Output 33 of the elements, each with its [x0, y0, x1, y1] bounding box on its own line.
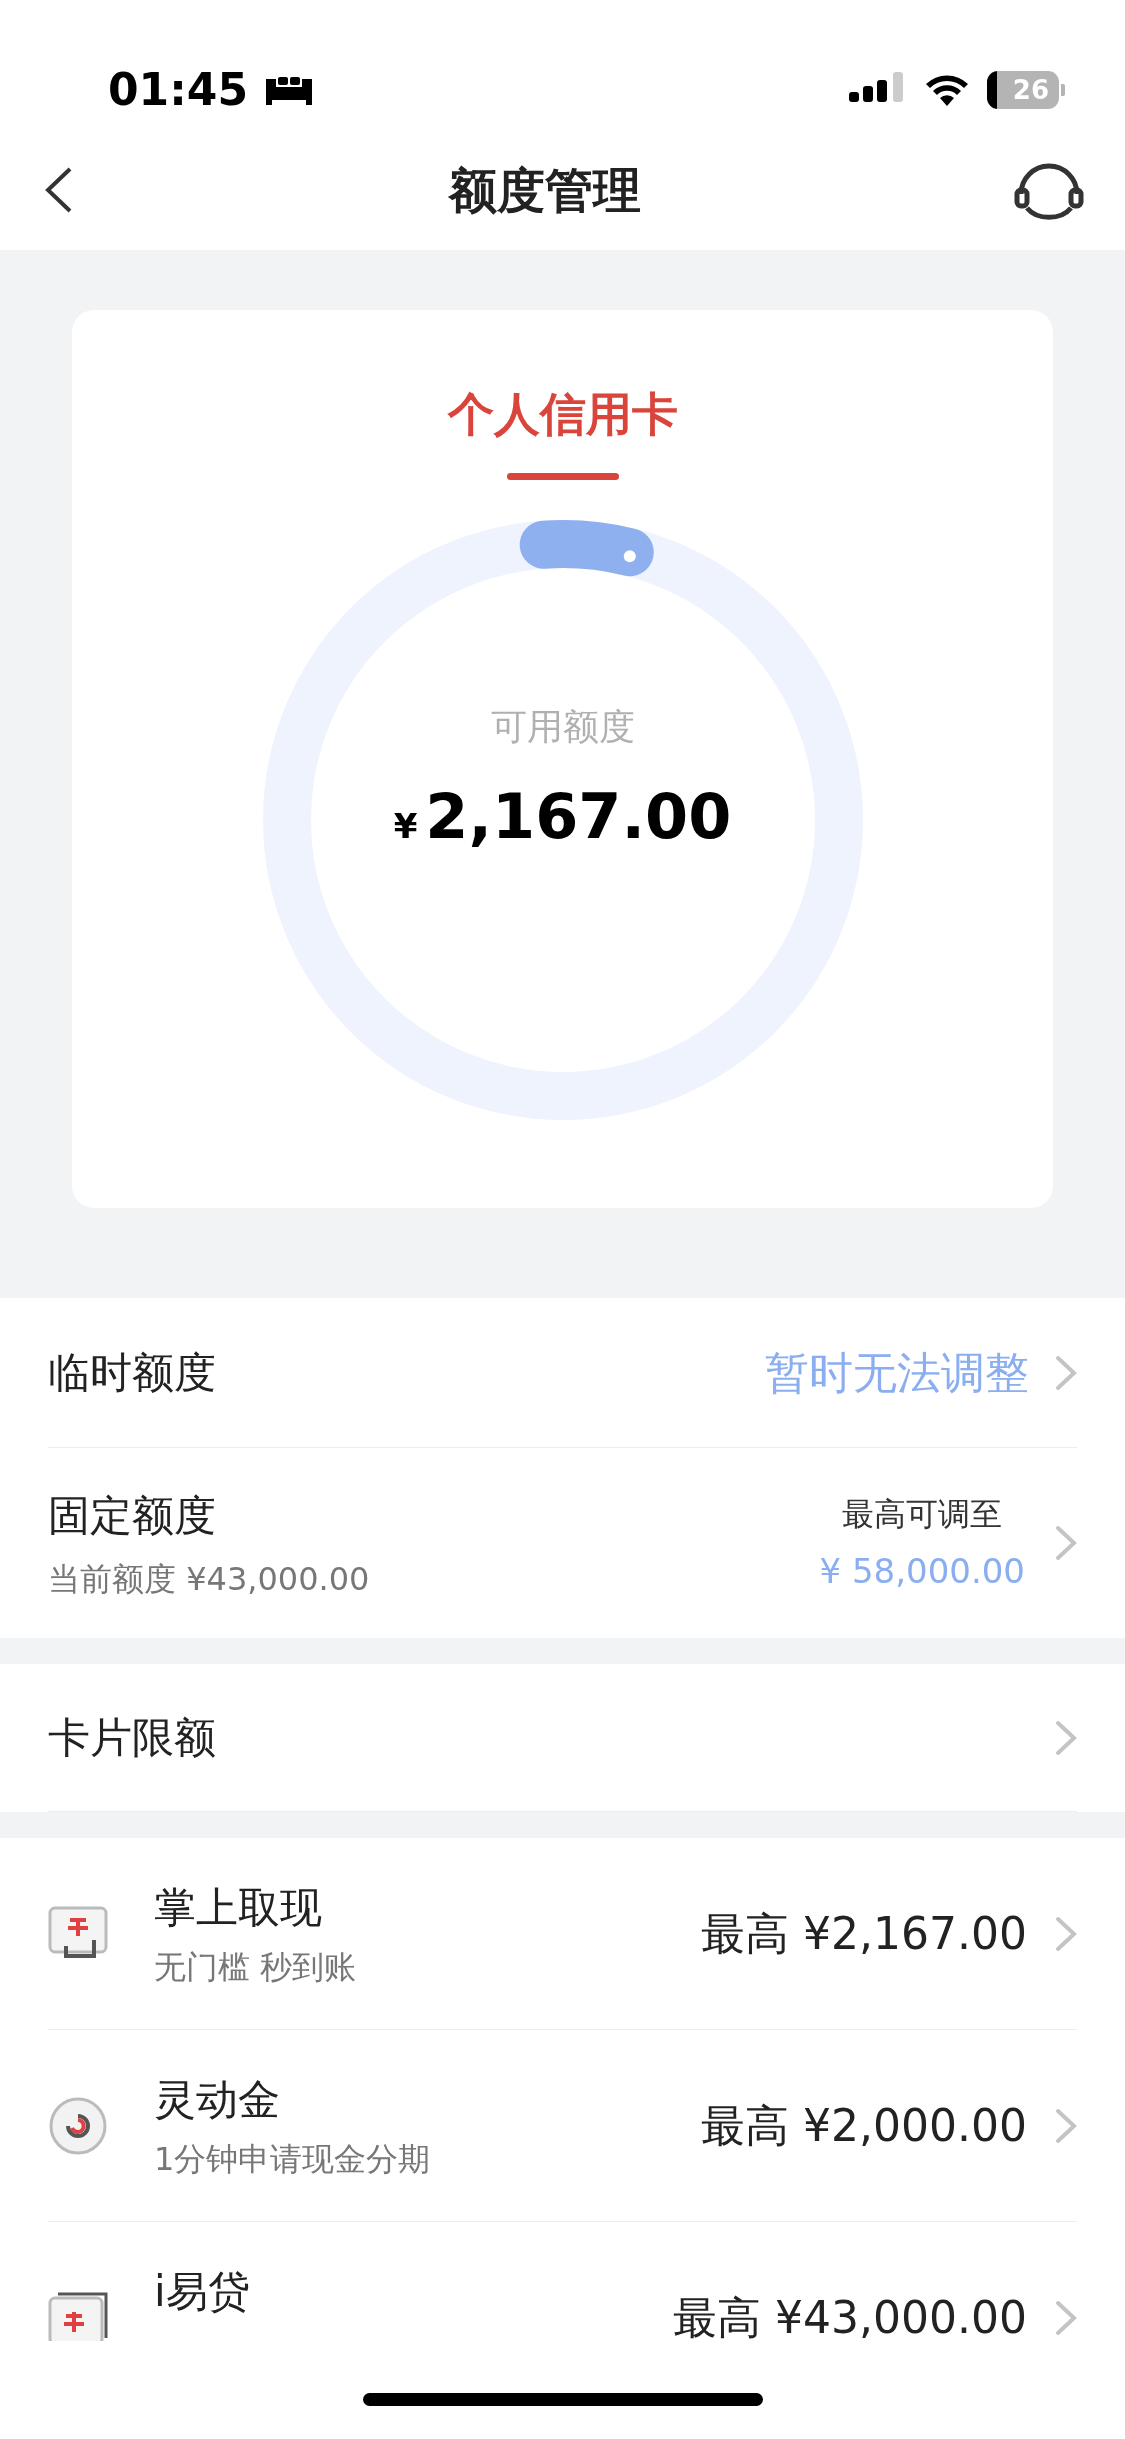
limit-row[interactable]: 固定额度 当前额度 ¥43,000.00 最高可调至 ¥ 58,000.00 [48, 1448, 1077, 1638]
available-amount: 2,167.00 [425, 780, 732, 853]
spiral-icon [48, 2095, 108, 2156]
chevron-icon [1055, 1354, 1077, 1391]
chevron-icon [1055, 1525, 1077, 1561]
chevron-icon [1055, 1719, 1077, 1756]
row-value: 暂时无法调整 [765, 1345, 1029, 1400]
product-subtitle: 无门槛 秒到账 [154, 1947, 357, 1988]
product-title: i易贷 [154, 2266, 250, 2318]
card-tab[interactable]: 个人信用卡 [72, 380, 1053, 449]
chevron-icon [1055, 2299, 1077, 2336]
chevron-icon [1055, 1915, 1077, 1952]
product-title: 掌上取现 [154, 1882, 323, 1934]
row-subtitle: 当前额度 ¥43,000.00 [48, 1558, 370, 1600]
value-label: 最高可调至 [841, 1493, 1004, 1535]
battery-icon: 26 [987, 71, 1059, 109]
product-amount: 最高 ¥2,000.00 [701, 2098, 1027, 2153]
page-title: 额度管理 [448, 161, 641, 220]
row-title: 临时额度 [48, 1347, 216, 1399]
product-amount: 最高 ¥43,000.00 [673, 2290, 1027, 2341]
row-title: 固定额度 [48, 1489, 217, 1542]
product-subtitle: 1分钟申请现金分期 [154, 2139, 431, 2180]
limit-row[interactable]: 临时额度 暂时无法调整 [48, 1298, 1077, 1448]
product-amount: 最高 ¥2,167.00 [701, 1906, 1027, 1961]
product-title: 灵动金 [154, 2074, 281, 2126]
product-row[interactable]: 掌上取现 无门槛 秒到账 最高 ¥2,167.00 [48, 1838, 1077, 2030]
chevron-icon [1055, 2107, 1077, 2144]
status-time: 01:45 [108, 63, 249, 117]
row-title: 卡片限额 [48, 1712, 216, 1764]
row-value: ¥ 58,000.00 [819, 1549, 1025, 1593]
product-row[interactable]: 灵动金 1分钟申请现金分期 最高 ¥2,000.00 [48, 2030, 1077, 2222]
currency-sign: ¥ [393, 806, 418, 846]
available-label: 可用额度 [489, 705, 636, 749]
